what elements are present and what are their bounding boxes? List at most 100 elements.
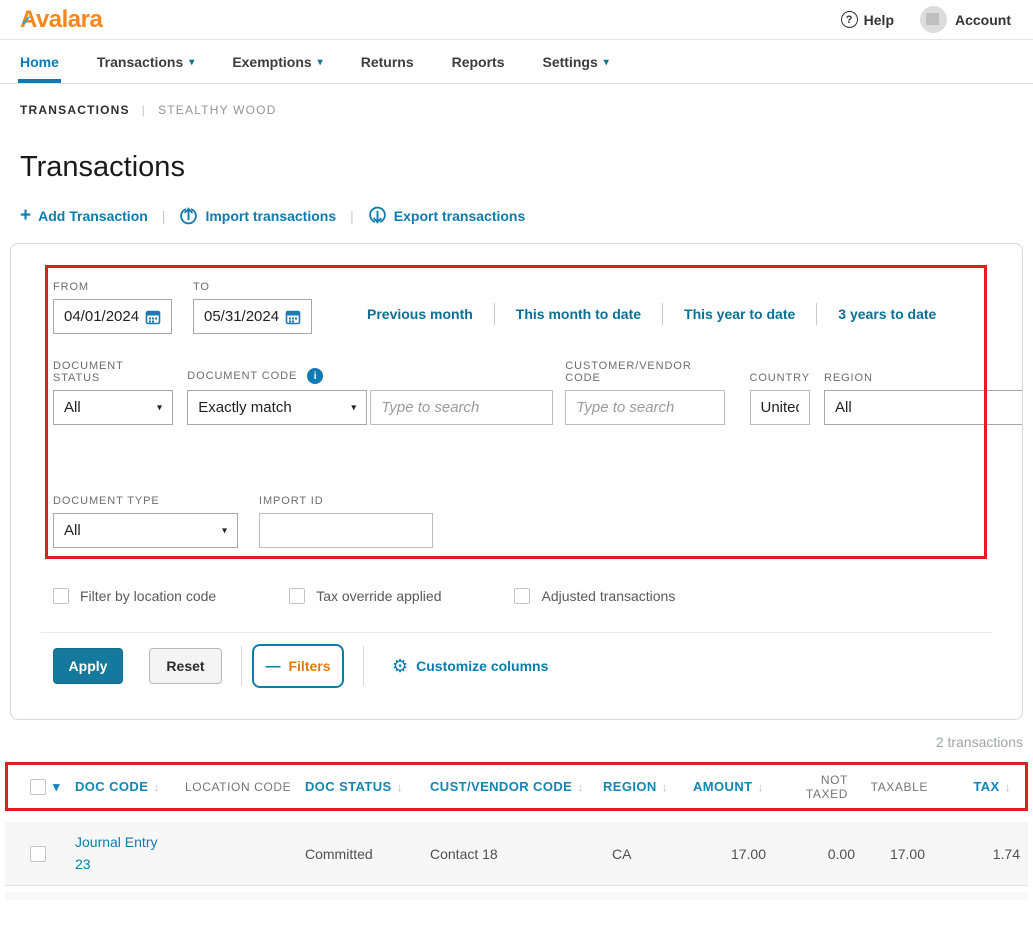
link-this-month-to-date[interactable]: This month to date — [495, 306, 662, 322]
account-button[interactable]: Account — [920, 6, 1011, 33]
region-field: REGION All — [824, 372, 1022, 425]
row-checkbox[interactable] — [30, 846, 46, 862]
caret-down-icon: ▾ — [351, 402, 356, 413]
column-header-doc-status[interactable]: DOC STATUS ↓ — [305, 779, 430, 794]
plus-icon: + — [20, 209, 31, 223]
breadcrumb-company[interactable]: STEALTHY WOOD — [158, 103, 277, 117]
checkbox-icon[interactable] — [53, 588, 69, 604]
sort-icon: ↓ — [757, 780, 763, 794]
apply-button[interactable]: Apply — [53, 648, 123, 684]
customer-vendor-field: CUSTOMER/VENDOR CODE — [565, 360, 730, 425]
filter-by-location-checkbox[interactable]: Filter by location code — [53, 588, 216, 604]
checkbox-icon[interactable] — [514, 588, 530, 604]
annotation-rectangle-table-header: ▾ DOC CODE ↓ LOCATION CODE DOC STATUS ↓ … — [5, 762, 1028, 811]
nav-item-home[interactable]: Home — [20, 40, 59, 83]
from-date-field: FROM 04/01/2024 — [53, 281, 172, 334]
breadcrumb: TRANSACTIONS | STEALTHY WOOD — [0, 84, 1033, 117]
action-separator: | — [350, 208, 354, 224]
import-id-field: IMPORT ID — [259, 495, 433, 548]
document-type-field: DOCUMENT TYPE All ▾ — [53, 495, 238, 548]
column-header-cust-vendor-code[interactable]: CUST/VENDOR CODE ↓ — [430, 779, 603, 794]
caret-down-icon: ▾ — [189, 57, 194, 68]
document-code-search-input[interactable] — [370, 390, 553, 425]
link-this-year-to-date[interactable]: This year to date — [663, 306, 816, 322]
customer-vendor-search-input[interactable] — [565, 390, 725, 425]
document-status-field: DOCUMENT STATUS All ▾ — [53, 360, 174, 425]
select-all-checkbox[interactable] — [30, 779, 46, 795]
main-nav: Home Transactions ▾ Exemptions ▾ Returns… — [0, 40, 1033, 84]
customer-vendor-label: CUSTOMER/VENDOR CODE — [565, 360, 730, 384]
table-row: Journal Entry 23 Committed Contact 18 CA… — [5, 822, 1028, 886]
export-icon — [368, 206, 387, 225]
calendar-icon[interactable] — [145, 309, 161, 325]
avatar — [920, 6, 947, 33]
from-date-input[interactable]: 04/01/2024 — [53, 299, 172, 334]
help-label: Help — [864, 12, 894, 28]
table-header-row: ▾ DOC CODE ↓ LOCATION CODE DOC STATUS ↓ … — [8, 765, 1025, 808]
account-label: Account — [955, 12, 1011, 28]
filter-panel: FROM 04/01/2024 TO 05/31/2024 — [10, 243, 1023, 720]
doc-code-link[interactable]: Journal Entry 23 — [75, 822, 175, 885]
location-code-cell — [185, 844, 305, 864]
column-header-tax[interactable]: TAX ↓ — [942, 779, 1025, 794]
nav-item-settings[interactable]: Settings ▾ — [543, 40, 609, 83]
not-taxed-cell: 0.00 — [780, 836, 862, 872]
amount-cell: 17.00 — [693, 836, 780, 872]
region-select[interactable]: All — [824, 390, 1022, 425]
to-date-input[interactable]: 05/31/2024 — [193, 299, 312, 334]
top-bar: Avalara ✓ ? Help Account — [0, 0, 1033, 40]
gear-icon: ⚙ — [392, 656, 408, 677]
document-status-select[interactable]: All ▾ — [53, 390, 173, 425]
column-header-not-taxed: NOT TAXED — [780, 773, 862, 801]
sort-icon: ↓ — [397, 780, 403, 794]
import-id-input[interactable] — [259, 513, 433, 548]
checkbox-icon[interactable] — [289, 588, 305, 604]
sort-icon: ↓ — [662, 780, 668, 794]
reset-button[interactable]: Reset — [149, 648, 222, 684]
breadcrumb-transactions[interactable]: TRANSACTIONS — [20, 103, 130, 117]
tax-override-checkbox[interactable]: Tax override applied — [289, 588, 441, 604]
calendar-icon[interactable] — [285, 309, 301, 325]
avalara-logo[interactable]: Avalara ✓ — [20, 6, 102, 34]
link-3-years-to-date[interactable]: 3 years to date — [817, 306, 957, 322]
export-transactions-button[interactable]: Export transactions — [368, 206, 525, 225]
nav-item-reports[interactable]: Reports — [452, 40, 505, 83]
column-header-location-code: LOCATION CODE — [185, 780, 305, 794]
nav-item-returns[interactable]: Returns — [361, 40, 414, 83]
caret-down-icon: ▾ — [157, 402, 162, 413]
nav-item-transactions[interactable]: Transactions ▾ — [97, 40, 194, 83]
adjusted-transactions-checkbox[interactable]: Adjusted transactions — [514, 588, 675, 604]
column-header-region[interactable]: REGION ↓ — [603, 779, 693, 794]
caret-down-icon: ▾ — [222, 525, 227, 536]
table-row-partial[interactable] — [5, 892, 1028, 900]
from-label: FROM — [53, 281, 172, 293]
divider — [363, 646, 364, 686]
link-previous-month[interactable]: Previous month — [346, 306, 494, 322]
help-button[interactable]: ? Help — [841, 11, 894, 28]
region-label: REGION — [824, 372, 1022, 384]
to-date-field: TO 05/31/2024 — [193, 281, 312, 334]
sort-icon: ↓ — [577, 780, 583, 794]
logo-check-icon: ✓ — [21, 13, 31, 29]
column-header-doc-code[interactable]: DOC CODE ↓ — [75, 779, 185, 794]
divider — [41, 632, 992, 633]
chevron-down-icon[interactable]: ▾ — [53, 779, 75, 795]
info-icon[interactable]: i — [307, 368, 323, 384]
column-header-amount[interactable]: AMOUNT ↓ — [693, 779, 780, 794]
filters-toggle-button[interactable]: — Filters — [252, 644, 344, 688]
import-transactions-button[interactable]: Import transactions — [179, 206, 336, 225]
minus-icon: — — [265, 658, 280, 675]
customize-columns-button[interactable]: ⚙ Customize columns — [392, 656, 548, 677]
document-type-select[interactable]: All ▾ — [53, 513, 238, 548]
country-input[interactable] — [750, 390, 810, 425]
action-links: + Add Transaction | Import transactions … — [0, 184, 1033, 225]
caret-down-icon: ▾ — [604, 57, 609, 68]
help-icon: ? — [841, 11, 858, 28]
nav-item-exemptions[interactable]: Exemptions ▾ — [232, 40, 322, 83]
document-code-match-select[interactable]: Exactly match ▾ — [187, 390, 367, 425]
column-header-taxable: TAXABLE — [862, 780, 942, 794]
quick-date-links: Previous month This month to date This y… — [346, 303, 957, 325]
add-transaction-button[interactable]: + Add Transaction — [20, 208, 148, 224]
import-id-label: IMPORT ID — [259, 495, 433, 507]
country-label: COUNTRY — [750, 372, 811, 384]
